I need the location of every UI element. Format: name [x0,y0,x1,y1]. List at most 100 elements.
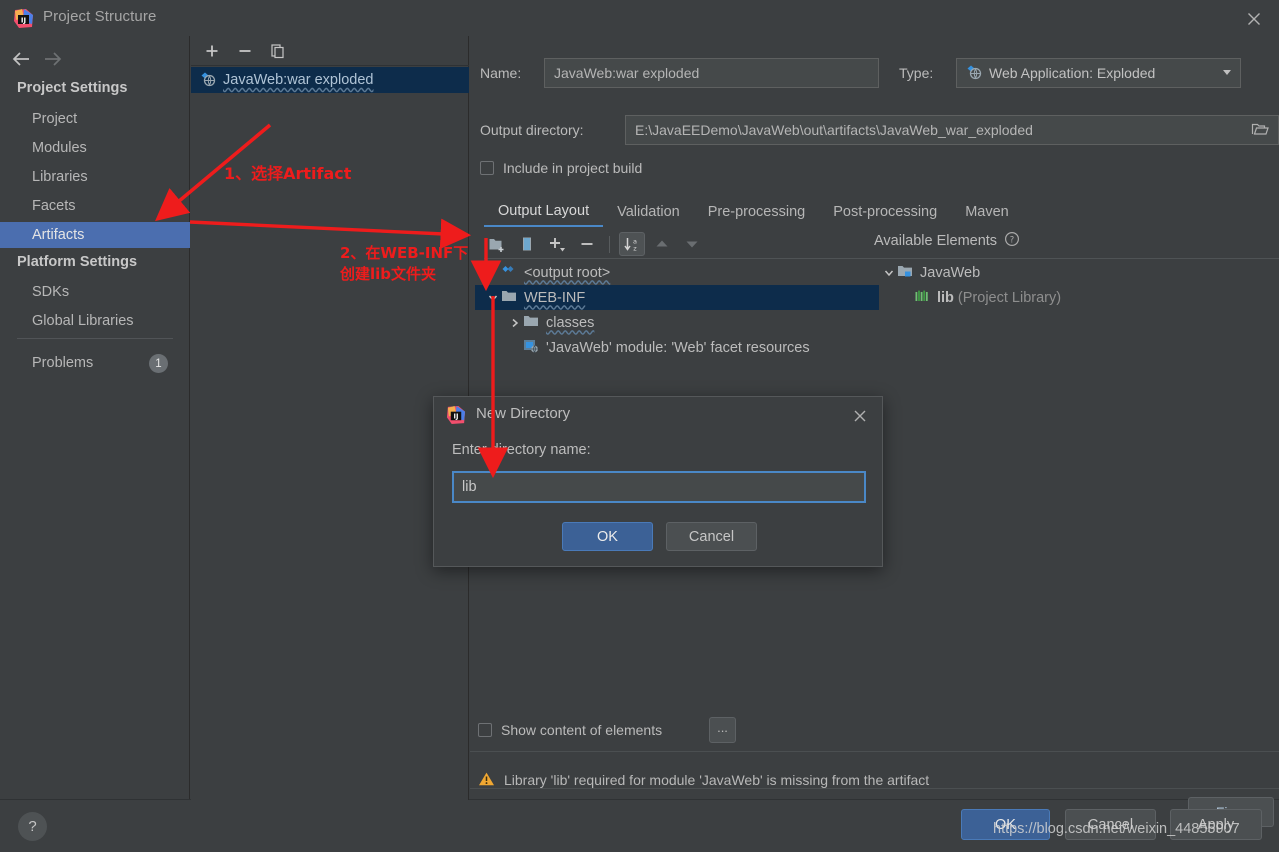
intellij-idea-icon: IJ [13,8,34,29]
avail-node-javaweb[interactable]: JavaWeb [874,260,1279,285]
tree-node-web-inf[interactable]: WEB-INF [475,285,879,310]
sidebar-item-artifacts[interactable]: Artifacts [0,222,190,248]
warning-message: Library 'lib' required for module 'JavaW… [504,772,930,788]
type-select-value: Web Application: Exploded [989,65,1156,81]
modal-title: New Directory [476,405,571,422]
sidebar-item-libraries[interactable]: Libraries [0,164,190,190]
watermark: https://blog.csdn.net/weixin_44855907 [993,821,1240,837]
help-button[interactable]: ? [18,812,47,841]
archive-icon[interactable] [514,232,540,256]
sidebar-item-sdks[interactable]: SDKs [0,279,190,305]
arrow-right-icon[interactable] [40,47,66,71]
sidebar-item-label: Project [32,111,78,127]
navigation-arrows [9,44,79,74]
copy-artifact-button[interactable] [266,39,290,63]
chevron-right-icon[interactable] [506,317,523,329]
intellij-idea-icon: IJ [446,405,466,425]
include-in-project-build-checkbox[interactable]: Include in project build [480,160,642,176]
type-label: Type: [899,65,934,81]
svg-text:?: ? [1010,234,1014,244]
warning-divider-top [470,751,1279,752]
sort-az-icon[interactable]: a z [619,232,645,256]
module-icon [897,264,913,281]
more-options-button[interactable]: ... [709,717,736,743]
toolbar-separator [609,235,610,253]
avail-node-suffix: (Project Library) [957,289,1062,306]
warning-row: Library 'lib' required for module 'JavaW… [478,763,1268,797]
sidebar-item-label: Problems [32,355,94,371]
sidebar-item-modules[interactable]: Modules [0,135,190,161]
tree-node-classes[interactable]: classes [475,310,879,335]
sidebar-item-global-libraries[interactable]: Global Libraries [0,308,190,334]
project-structure-dialog: IJ Project Structure Project Settings Pr… [0,0,1279,852]
artifact-icon [501,264,517,281]
output-directory-value: E:\JavaEEDemo\JavaWeb\out\artifacts\Java… [635,122,1033,138]
tree-node-label: 'JavaWeb' module: 'Web' facet resources [546,339,810,356]
folder-open-icon[interactable] [1251,121,1269,140]
chevron-down-icon[interactable] [484,292,501,304]
modal-ok-button[interactable]: OK [562,522,653,551]
minus-icon[interactable] [574,232,600,256]
sidebar-group-project-settings: Project Settings [17,80,128,96]
detail-tabs: Output Layout Validation Pre-processing … [484,193,1279,227]
available-elements-label: Available Elements [874,232,998,249]
sidebar-item-facets[interactable]: Facets [0,193,190,219]
tab-label: Output Layout [498,203,590,219]
new-folder-icon[interactable] [484,232,510,256]
artifact-item-label: JavaWeb:war exploded [223,72,374,88]
svg-text:IJ: IJ [454,413,459,421]
folder-icon [523,314,539,331]
avail-node-lib[interactable]: lib (Project Library) [874,285,1279,310]
question-circle-icon[interactable]: ? [1004,231,1020,250]
add-artifact-button[interactable] [200,39,224,63]
remove-artifact-button[interactable] [233,39,257,63]
sidebar-item-problems[interactable]: Problems 1 [0,350,190,376]
tab-output-layout[interactable]: Output Layout [484,197,604,227]
library-icon [914,289,930,306]
available-elements-tree: JavaWeb lib (Project Library) [874,260,1279,310]
modal-cancel-button[interactable]: Cancel [666,522,757,551]
sidebar: Project Settings Project Modules Librari… [0,36,190,800]
directory-name-prompt: Enter directory name: [452,442,591,458]
checkbox-box [478,723,492,737]
svg-text:IJ: IJ [21,16,26,24]
close-icon[interactable] [1243,8,1265,30]
output-directory-input[interactable]: E:\JavaEEDemo\JavaWeb\out\artifacts\Java… [625,115,1279,145]
output-directory-label: Output directory: [480,122,584,138]
title-bar: IJ Project Structure [0,0,1279,36]
warning-divider-bottom [470,788,1279,789]
chevron-down-icon[interactable] [880,267,897,279]
show-content-of-elements-checkbox[interactable]: Show content of elements [478,722,662,738]
sidebar-item-label: Libraries [32,169,88,185]
tab-post-processing[interactable]: Post-processing [819,197,951,227]
directory-name-input[interactable]: lib [452,471,866,503]
arrow-left-icon[interactable] [9,47,35,71]
folder-icon [501,289,517,306]
tree-node-label: <output root> [524,264,611,281]
type-select[interactable]: Web Application: Exploded [956,58,1241,88]
avail-node-label: JavaWeb [920,264,981,281]
chevron-down-icon [1220,65,1234,82]
name-input[interactable]: JavaWeb:war exploded [544,58,879,88]
show-content-label: Show content of elements [501,722,663,738]
arrow-down-icon[interactable] [679,232,705,256]
close-icon[interactable] [850,406,870,426]
artifact-list-toolbar [191,36,469,66]
sidebar-item-label: Modules [32,140,87,156]
tree-node-label: classes [546,314,595,331]
output-layout-toolbar: a z [484,230,884,258]
tab-pre-processing[interactable]: Pre-processing [694,197,820,227]
list-item[interactable]: JavaWeb:war exploded [191,67,469,93]
arrow-up-icon[interactable] [649,232,675,256]
sidebar-item-label: SDKs [32,284,70,300]
tab-maven[interactable]: Maven [951,197,1023,227]
sidebar-item-project[interactable]: Project [0,106,190,132]
tree-node-output-root[interactable]: <output root> [475,260,879,285]
artifact-list-panel: JavaWeb:war exploded [191,36,469,800]
tab-validation[interactable]: Validation [603,197,694,227]
name-label: Name: [480,65,522,81]
plus-dropdown-icon[interactable] [544,232,570,256]
tree-node-facet-resources[interactable]: 'JavaWeb' module: 'Web' facet resources [475,335,879,360]
new-directory-dialog: IJ New Directory Enter directory name: l… [433,396,883,567]
sidebar-group-platform-settings: Platform Settings [17,254,138,270]
